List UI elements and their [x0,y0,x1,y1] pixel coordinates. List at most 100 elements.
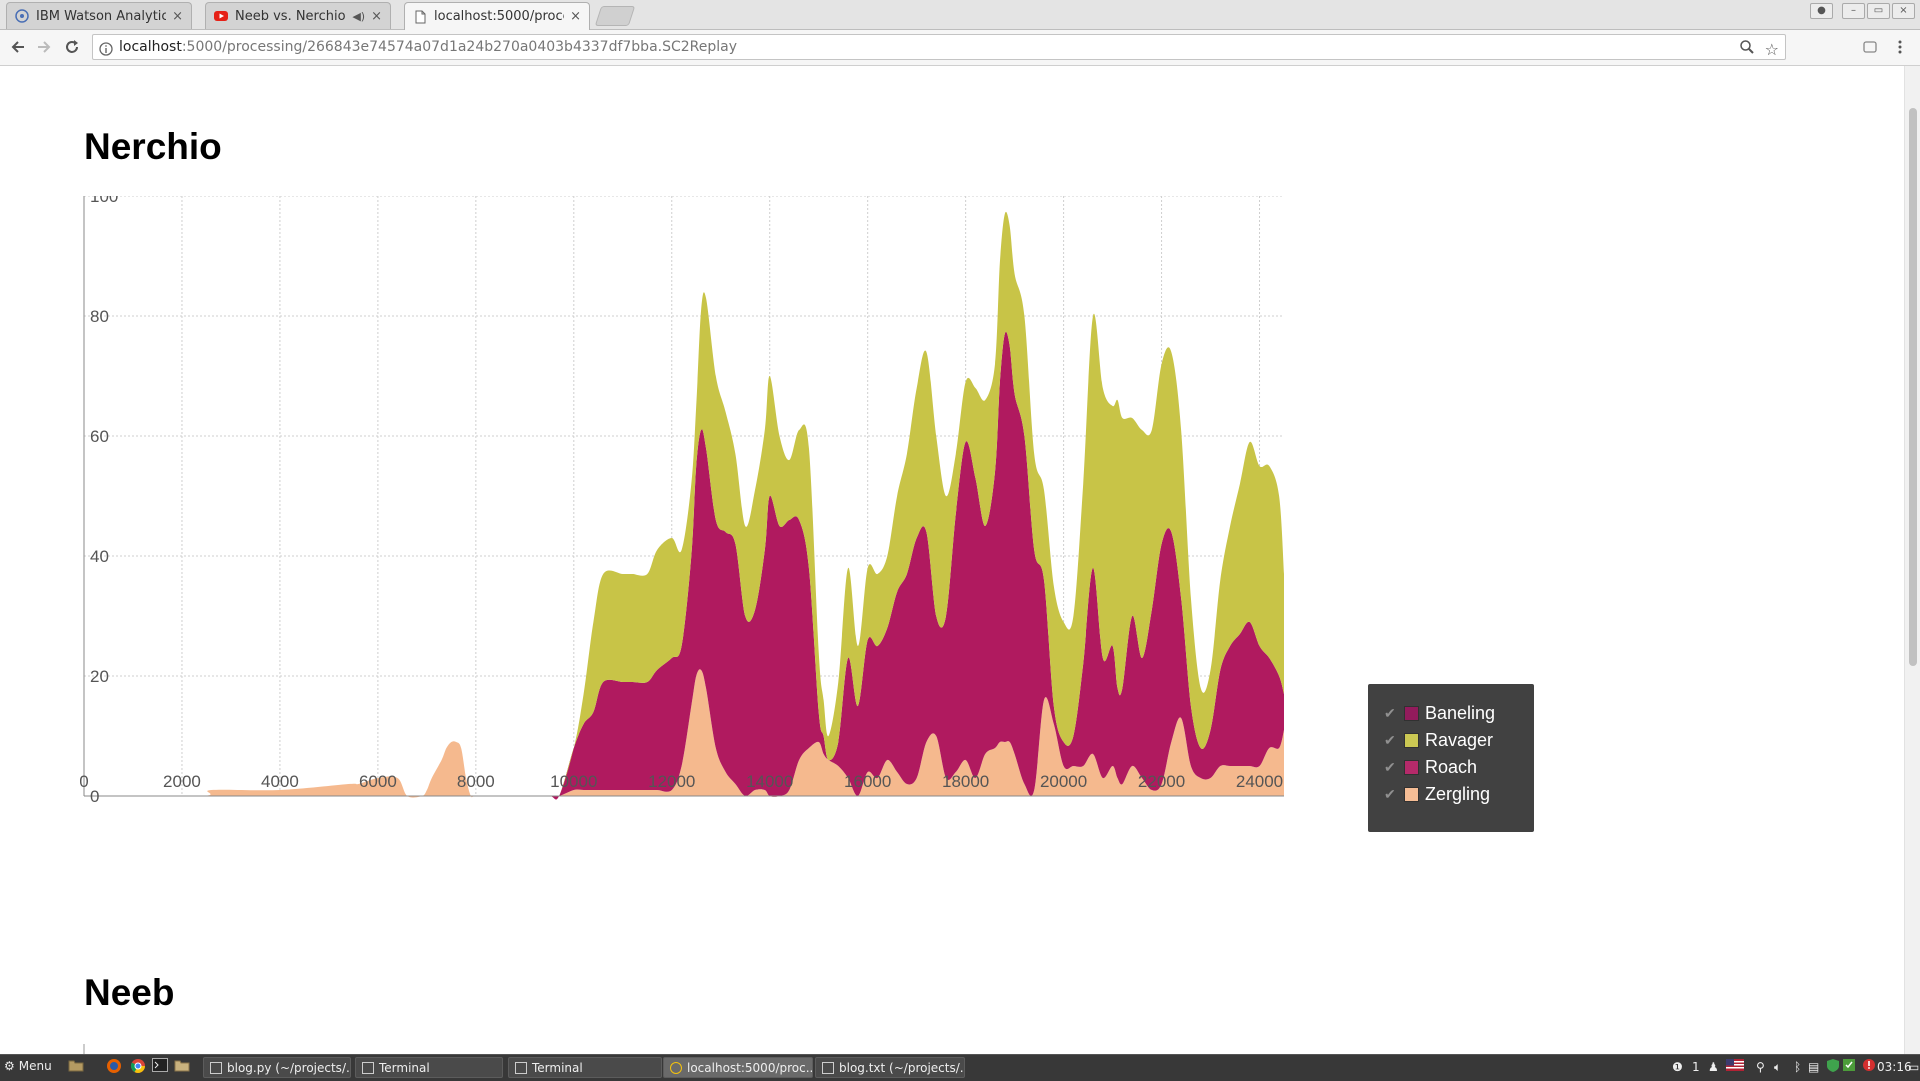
scrollbar-thumb[interactable] [1909,108,1917,666]
network-icon[interactable]: ⚲ [1756,1060,1765,1074]
firefox-icon[interactable] [106,1058,122,1077]
shield-icon[interactable] [1826,1058,1840,1076]
start-menu-button[interactable]: ⚙ Menu [4,1059,52,1073]
workspace-indicator[interactable]: 1 [1692,1060,1700,1074]
close-icon[interactable]: × [371,9,382,24]
back-icon[interactable] [8,37,28,57]
task-label: blog.txt (~/projects/... [839,1060,965,1075]
ibm-watson-icon [15,9,29,23]
alert-icon[interactable] [1862,1058,1876,1075]
legend-label: Baneling [1425,703,1496,723]
desktop-taskbar: ⚙ Menu blog.py (~/projects/... Terminal … [0,1054,1920,1081]
legend-label: Zergling [1425,784,1491,804]
profile-icon[interactable]: ● [1810,3,1833,19]
task-label: localhost:5000/proc... [687,1060,813,1075]
check-icon: ✔ [1384,732,1396,748]
x-tick-label: 20000 [1040,772,1087,791]
x-tick-label: 16000 [844,772,891,791]
y-tick-label: 20 [90,667,109,686]
legend-swatch [1404,787,1419,802]
legend-label: Ravager [1425,730,1494,750]
reload-icon[interactable] [62,37,82,57]
legend-item-baneling[interactable]: ✔ Baneling [1384,700,1534,727]
update-icon[interactable] [1842,1058,1856,1075]
check-icon: ✔ [1384,786,1396,802]
legend-item-ravager[interactable]: ✔ Ravager [1384,727,1534,754]
legend-label: Roach [1425,757,1478,777]
close-icon[interactable]: × [172,9,183,24]
y-tick-label: 80 [90,307,109,326]
forward-icon[interactable] [34,37,54,57]
legend-swatch [1404,733,1419,748]
taskbar-item-terminal[interactable]: Terminal [355,1057,503,1078]
page-scrollbar[interactable] [1904,66,1920,1054]
y-tick-label: 60 [90,427,109,446]
task-label: blog.py (~/projects/... [227,1060,351,1075]
bookmark-star-icon[interactable]: ☆ [1765,38,1779,62]
x-tick-label: 22000 [1138,772,1185,791]
task-label: Terminal [379,1060,430,1075]
taskbar-item-blog-txt[interactable]: blog.txt (~/projects/... [815,1057,965,1078]
terminal-icon [362,1061,374,1074]
new-tab-button[interactable] [594,6,636,26]
x-tick-label: 8000 [457,772,495,791]
x-tick-label: 6000 [359,772,397,791]
show-desktop-icon[interactable]: ▭ [1908,1060,1919,1074]
legend-item-roach[interactable]: ✔ Roach [1384,754,1534,781]
chrome-icon [670,1061,682,1074]
y-tick-label: 40 [90,547,109,566]
legend-swatch [1404,706,1419,721]
files-icon[interactable] [174,1058,190,1075]
speaker-icon[interactable]: ◀) [352,10,365,23]
chrome-icon[interactable] [130,1058,146,1077]
folder-icon[interactable] [68,1058,84,1075]
y-tick-label: 100 [90,196,118,206]
tab-title: Neeb vs. Nerchio P [235,8,349,24]
info-icon[interactable] [99,40,113,56]
us-flag-icon[interactable] [1726,1059,1744,1074]
editor-icon [822,1061,834,1074]
taskbar-item-terminal-2[interactable]: Terminal [508,1057,662,1078]
zoom-icon[interactable] [1739,39,1755,63]
extension-icon[interactable] [1860,37,1880,57]
chart-legend: ✔ Baneling ✔ Ravager ✔ Roach ✔ Zergling [1368,684,1534,832]
close-icon[interactable]: × [570,9,581,24]
clock: 03:16 [1877,1060,1912,1074]
tab-youtube[interactable]: Neeb vs. Nerchio P ◀) × [205,2,391,29]
taskbar-item-chrome[interactable]: localhost:5000/proc... [663,1057,813,1078]
maximize-icon[interactable]: ▭ [1867,3,1890,19]
info-tray-icon[interactable]: ❶ [1672,1060,1683,1074]
menu-dots-icon[interactable] [1890,37,1910,57]
player-heading-nerchio: Nerchio [84,126,222,167]
browser-tab-strip: IBM Watson Analytics × Neeb vs. Nerchio … [0,0,1920,30]
user-icon[interactable]: ♟ [1708,1060,1719,1074]
tab-localhost[interactable]: localhost:5000/proces × [404,2,590,30]
tab-ibm-watson[interactable]: IBM Watson Analytics × [6,2,192,29]
player-heading-neeb: Neeb [84,972,175,1013]
check-icon: ✔ [1384,705,1396,721]
editor-icon [210,1061,222,1074]
terminal-launcher-icon[interactable] [152,1058,168,1075]
x-tick-label: 12000 [648,772,695,791]
browser-toolbar: localhost:5000/processing/266843e74574a0… [0,30,1920,66]
tab-title: localhost:5000/proces [434,9,565,24]
window-close-icon[interactable]: × [1892,3,1915,19]
bluetooth-icon[interactable]: ᛒ [1794,1060,1801,1074]
x-tick-label: 4000 [261,772,299,791]
minimize-icon[interactable]: – [1842,3,1865,19]
legend-item-zergling[interactable]: ✔ Zergling [1384,781,1534,808]
x-tick-label: 18000 [942,772,989,791]
clipboard-icon[interactable]: ▤ [1808,1060,1819,1074]
x-tick-label: 10000 [550,772,597,791]
taskbar-item-blog-py[interactable]: blog.py (~/projects/... [203,1057,351,1078]
url-path: :5000/processing/266843e74574a07d1a24b27… [181,39,738,55]
url-host: localhost [119,39,182,55]
youtube-icon [214,9,228,23]
terminal-icon [515,1061,527,1074]
address-bar[interactable]: localhost:5000/processing/266843e74574a0… [92,34,1786,60]
x-tick-label: 24000 [1236,772,1283,791]
x-tick-label: 0 [80,772,89,791]
volume-icon[interactable]: 🔈︎ [1774,1060,1781,1075]
x-tick-label: 2000 [163,772,201,791]
legend-swatch [1404,760,1419,775]
